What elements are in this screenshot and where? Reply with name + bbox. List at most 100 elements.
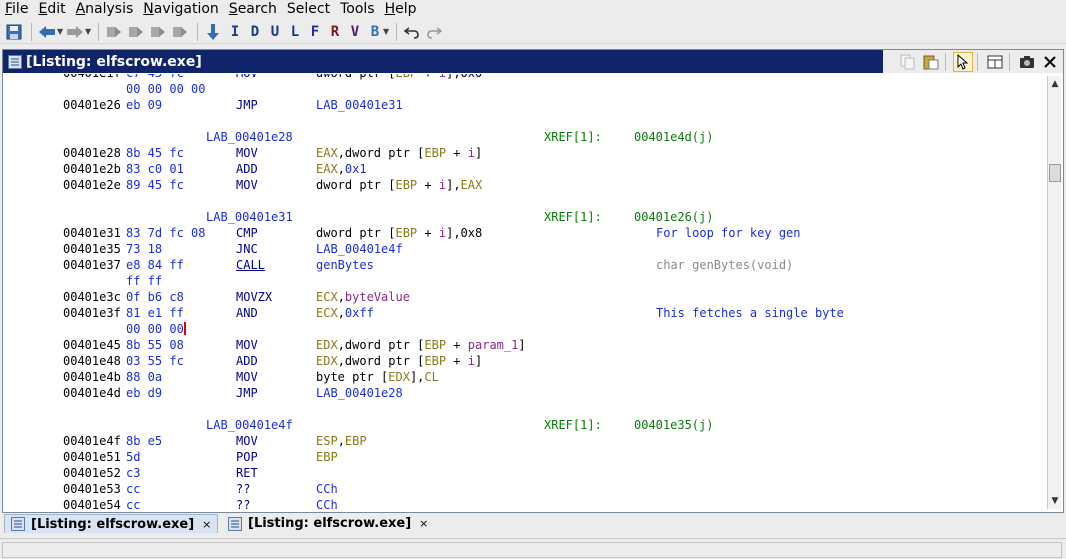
instruction-address[interactable]: 00401e3c xyxy=(63,289,121,305)
cursor-mode-icon[interactable] xyxy=(953,51,973,72)
eol-comment[interactable]: This fetches a single byte xyxy=(656,305,844,321)
nav-letter-u-icon[interactable]: U xyxy=(265,24,285,40)
instruction-mnemonic[interactable]: MOV xyxy=(236,369,258,385)
instruction-mnemonic[interactable]: RET xyxy=(236,465,258,481)
instruction-operands[interactable]: LAB_00401e31 xyxy=(316,97,403,113)
instruction-operands[interactable]: EBP xyxy=(316,449,338,465)
instruction-mnemonic[interactable]: AND xyxy=(236,305,258,321)
redo-icon[interactable] xyxy=(424,22,444,42)
instruction-address[interactable]: 00401e51 xyxy=(63,449,121,465)
back-arrow-icon[interactable] xyxy=(37,22,57,42)
instruction-bytes[interactable]: eb d9 xyxy=(126,385,162,401)
listing-view[interactable]: 00401e1f c7 45 fc MOV dword ptr [EBP + i],0… xyxy=(5,74,1045,509)
instruction-bytes[interactable]: 89 45 fc xyxy=(126,177,184,193)
tab-close-icon[interactable]: × xyxy=(202,518,211,531)
menu-file[interactable]: File xyxy=(0,0,33,20)
forward-arrow-icon[interactable] xyxy=(65,22,85,42)
instruction-mnemonic[interactable]: MOVZX xyxy=(236,289,272,305)
instruction-bytes[interactable]: 83 7d fc 08 xyxy=(126,225,205,241)
xref-address[interactable]: 00401e35(j) xyxy=(634,417,713,433)
tab-listing-1[interactable]: [Listing: elfscrow.exe] × xyxy=(4,514,219,533)
instruction-bytes[interactable]: e8 84 ff xyxy=(126,257,184,273)
instruction-bytes[interactable]: 8b e5 xyxy=(126,433,162,449)
instruction-bytes[interactable]: 83 c0 01 xyxy=(126,161,184,177)
instruction-address[interactable]: 00401e52 xyxy=(63,465,121,481)
instruction-address[interactable]: 00401e31 xyxy=(63,225,121,241)
instruction-address[interactable]: 00401e4f xyxy=(63,433,121,449)
instruction-operands[interactable]: dword ptr [EBP + i],EAX xyxy=(316,177,482,193)
instruction-bytes[interactable]: c3 xyxy=(126,465,140,481)
instruction-address[interactable]: 00401e54 xyxy=(63,497,121,509)
instruction-operands[interactable]: dword ptr [EBP + i],0x8 xyxy=(316,225,482,241)
byte-dropdown-icon[interactable]: ▼ xyxy=(383,27,391,36)
instruction-address[interactable]: 00401e2b xyxy=(63,161,121,177)
instruction-mnemonic[interactable]: ?? xyxy=(236,497,250,509)
vertical-scrollbar[interactable]: ▲ ▼ xyxy=(1047,76,1061,509)
eol-comment[interactable]: For loop for key gen xyxy=(656,225,801,241)
instruction-operands[interactable]: byte ptr [EDX],CL xyxy=(316,369,439,385)
instruction-mnemonic[interactable]: CALL xyxy=(236,257,265,273)
instruction-mnemonic[interactable]: ?? xyxy=(236,481,250,497)
instruction-operands[interactable]: EDX,dword ptr [EBP + param_1] xyxy=(316,337,526,353)
instruction-mnemonic[interactable]: JNC xyxy=(236,241,258,257)
instruction-operands[interactable]: LAB_00401e4f xyxy=(316,241,403,257)
code-label[interactable]: LAB_00401e4f xyxy=(206,417,293,433)
nav-letter-v-icon[interactable]: V xyxy=(345,24,365,40)
paste-icon[interactable] xyxy=(921,52,941,72)
instruction-bytes[interactable]: 0f b6 c8 xyxy=(126,289,184,305)
instruction-address[interactable]: 00401e26 xyxy=(63,97,121,113)
instruction-address[interactable]: 00401e28 xyxy=(63,145,121,161)
instruction-bytes[interactable]: 88 0a xyxy=(126,369,162,385)
instruction-operands[interactable]: dword ptr [EBP + i],0x0 xyxy=(316,74,482,81)
code-label[interactable]: LAB_00401e31 xyxy=(206,209,293,225)
next-data-icon[interactable] xyxy=(126,22,146,42)
instruction-address[interactable]: 00401e2e xyxy=(63,177,121,193)
instruction-mnemonic[interactable]: ADD xyxy=(236,353,258,369)
instruction-bytes[interactable]: 00 00 00 xyxy=(126,321,186,337)
menu-navigation[interactable]: Navigation xyxy=(138,0,224,20)
next-undefined-icon[interactable] xyxy=(148,22,168,42)
forward-dropdown-icon[interactable]: ▼ xyxy=(85,27,93,36)
menu-help[interactable]: Help xyxy=(380,0,422,20)
instruction-operands[interactable]: CCh xyxy=(316,481,338,497)
copy-icon[interactable] xyxy=(898,52,918,72)
instruction-bytes[interactable]: c7 45 fc xyxy=(126,74,184,81)
nav-letter-b-icon[interactable]: B xyxy=(365,24,385,40)
instruction-bytes[interactable]: 03 55 fc xyxy=(126,353,184,369)
instruction-mnemonic[interactable]: JMP xyxy=(236,385,258,401)
xref-label[interactable]: XREF[1]: xyxy=(544,129,602,145)
instruction-address[interactable]: 00401e4d xyxy=(63,385,121,401)
scroll-down-icon[interactable]: ▼ xyxy=(1049,495,1061,507)
xref-label[interactable]: XREF[1]: xyxy=(544,209,602,225)
instruction-operands[interactable]: genBytes xyxy=(316,257,374,273)
instruction-mnemonic[interactable]: MOV xyxy=(236,337,258,353)
nav-letter-f-icon[interactable]: F xyxy=(305,24,325,40)
tab-close-icon[interactable]: × xyxy=(419,517,428,530)
instruction-bytes[interactable]: 8b 45 fc xyxy=(126,145,184,161)
instruction-mnemonic[interactable]: MOV xyxy=(236,177,258,193)
instruction-address[interactable]: 00401e48 xyxy=(63,353,121,369)
undo-icon[interactable] xyxy=(402,22,422,42)
function-signature-comment[interactable]: char genBytes(void) xyxy=(656,257,793,273)
field-layout-icon[interactable] xyxy=(985,52,1005,72)
instruction-mnemonic[interactable]: CMP xyxy=(236,225,258,241)
tab-listing-2[interactable]: [Listing: elfscrow.exe] × xyxy=(222,514,434,533)
instruction-mnemonic[interactable]: ADD xyxy=(236,161,258,177)
menu-analysis[interactable]: Analysis xyxy=(71,0,139,20)
xref-address[interactable]: 00401e26(j) xyxy=(634,209,713,225)
instruction-mnemonic[interactable]: JMP xyxy=(236,97,258,113)
instruction-bytes[interactable]: cc xyxy=(126,481,140,497)
nav-letter-r-icon[interactable]: R xyxy=(325,24,345,40)
save-icon[interactable] xyxy=(4,22,24,42)
instruction-operands[interactable]: EAX,dword ptr [EBP + i] xyxy=(316,145,482,161)
instruction-bytes[interactable]: 5d xyxy=(126,449,140,465)
instruction-address[interactable]: 00401e1f xyxy=(63,74,121,81)
next-label-icon[interactable] xyxy=(170,22,190,42)
instruction-bytes[interactable]: ff ff xyxy=(126,273,162,289)
instruction-mnemonic[interactable]: POP xyxy=(236,449,258,465)
instruction-bytes[interactable]: 73 18 xyxy=(126,241,162,257)
instruction-operands[interactable]: ECX,0xff xyxy=(316,305,374,321)
instruction-operands[interactable]: EAX,0x1 xyxy=(316,161,367,177)
instruction-bytes[interactable]: 8b 55 08 xyxy=(126,337,184,353)
instruction-address[interactable]: 00401e3f xyxy=(63,305,121,321)
